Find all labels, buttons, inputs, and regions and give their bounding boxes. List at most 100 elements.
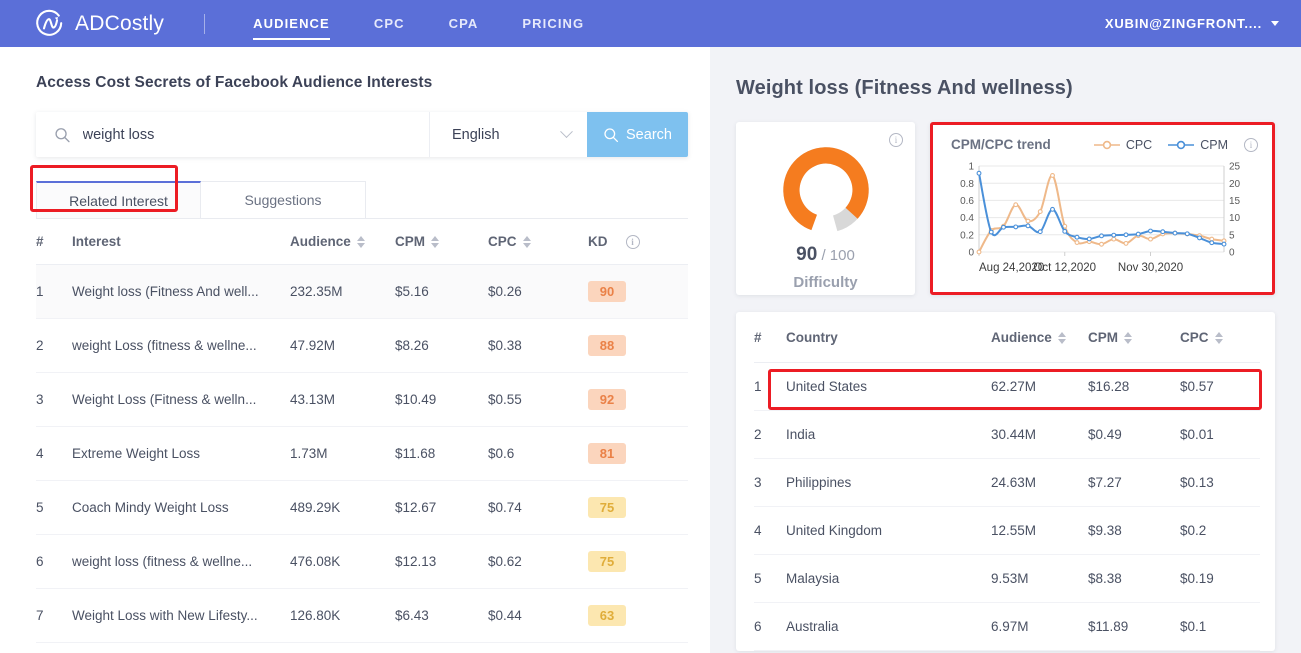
row-audience: 476.08K [290,534,395,589]
brand-logo-area[interactable]: ADCostly [34,8,164,40]
col-cpc[interactable]: CPC [488,219,588,265]
sort-icon[interactable] [356,235,365,248]
data-point-cpc [1037,209,1043,215]
data-point-cpc [1148,236,1153,242]
row-cpc: $0.57 [1180,362,1260,411]
data-point-cpm [1148,228,1153,234]
page-body: Access Cost Secrets of Facebook Audience… [0,47,1301,653]
kd-badge: 88 [588,335,626,356]
col-audience[interactable]: Audience [290,219,395,265]
row-index: 7 [36,588,72,643]
nav-item-cpc[interactable]: CPC [352,0,427,47]
interest-table-header-row: # Interest Audience CPM CPC KD i [36,219,688,265]
account-menu[interactable]: XUBIN@ZINGFRONT.... [1105,16,1279,31]
row-cpc: $0.62 [488,534,588,589]
row-index: 6 [754,602,786,651]
row-index: 1 [754,362,786,411]
interest-table: # Interest Audience CPM CPC KD i 1 Weigh… [36,219,688,653]
x-axis-tick-label: Oct 12,2020 [1033,262,1096,274]
row-kd: 81 [588,426,688,481]
kd-badge: 75 [588,497,626,518]
row-index: 3 [754,458,786,507]
data-point-cpm [1062,228,1068,234]
right-panel: Weight loss (Fitness And wellness) i 90 … [710,47,1301,653]
row-cpm: $9.38 [1088,506,1180,555]
nav-item-pricing[interactable]: PRICING [500,0,606,47]
row-index: 8 [36,642,72,653]
row-cpm: $8.26 [395,318,488,373]
table-row[interactable]: 3 Philippines 24.63M $7.27 $0.13 [754,458,1260,507]
row-kd: 57 [588,642,688,653]
difficulty-label: Difficulty [793,274,858,291]
data-point-cpc [1025,218,1031,224]
y-axis-left-tick: 0.6 [960,196,974,207]
search-field[interactable] [36,112,429,157]
sort-icon[interactable] [1214,331,1223,344]
legend-item-cpm[interactable]: CPM [1168,138,1228,152]
table-row[interactable]: 5 Malaysia 9.53M $8.38 $0.19 [754,554,1260,603]
table-row[interactable]: 6 weight loss (fitness & wellne... 476.08K… [36,534,688,589]
table-row[interactable]: 5 Coach Mindy Weight Loss 489.29K $12.67 $0.… [36,480,688,535]
table-row[interactable]: 1 Weight loss (Fitness And well... 232.35M… [36,264,688,319]
data-point-cpm [1099,233,1104,239]
y-axis-right-tick: 25 [1229,162,1241,173]
table-row[interactable]: 8A Black Girl's Guide To Weig...43.74K$1… [36,642,688,653]
row-cpm: $11.89 [1088,602,1180,651]
row-cpm: $5.16 [395,264,488,319]
row-index: 1 [36,264,72,319]
row-audience: 62.27M [991,362,1088,411]
row-cpc: $0.53 [488,642,588,653]
sort-icon[interactable] [522,235,531,248]
row-cpm: $12.13 [395,534,488,589]
sort-icon[interactable] [431,235,439,248]
row-kd: 90 [588,264,688,319]
row-cpm: $11.68 [395,426,488,481]
country-table-header-row: # Country Audience CPM CPC [754,312,1260,363]
row-cpc: $0.44 [488,588,588,643]
y-axis-left-tick: 0 [968,248,974,259]
y-axis-right-tick: 10 [1229,213,1241,224]
info-icon[interactable]: i [889,133,903,147]
search-button[interactable]: Search [587,112,688,157]
summary-cards: i 90 / 100 Difficulty CPM/CPC trend CPC … [736,122,1275,295]
tab-suggestions[interactable]: Suggestions [201,181,366,218]
nav-item-cpa[interactable]: CPA [427,0,501,47]
table-row[interactable]: 4 United Kingdom 12.55M $9.38 $0.2 [754,506,1260,555]
difficulty-score-value: 90 [796,244,818,265]
table-row[interactable]: 7 Weight Loss with New Lifesty... 126.80K $… [36,588,688,643]
legend-marker-cpm [1168,140,1195,149]
table-row[interactable]: 2 India 30.44M $0.49 $0.01 [754,410,1260,459]
col-cpc[interactable]: CPC [1180,312,1260,363]
table-row[interactable]: 2 weight Loss (fitness & wellne... 47.92M $… [36,318,688,373]
row-index: 4 [754,506,786,555]
col-audience[interactable]: Audience [991,312,1088,363]
table-row[interactable]: 1 United States 62.27M $16.28 $0.57 [754,362,1260,411]
table-row[interactable]: 6 Australia 6.97M $11.89 $0.1 [754,602,1260,651]
info-icon[interactable]: i [1244,137,1258,152]
table-row[interactable]: 3 Weight Loss (Fitness & welln... 43.13M $1… [36,372,688,427]
data-point-cpc [1099,241,1104,247]
table-row[interactable]: 4 Extreme Weight Loss 1.73M $11.68 $0.6 81 [36,426,688,481]
search-input[interactable] [82,126,429,143]
data-point-cpc [1050,173,1055,178]
left-panel: Access Cost Secrets of Facebook Audience… [0,47,710,653]
nav-item-audience[interactable]: AUDIENCE [231,0,352,47]
language-select[interactable]: English [429,112,587,157]
data-point-cpm [1221,241,1227,247]
tab-related-interest[interactable]: Related Interest [36,181,201,218]
col-cpm[interactable]: CPM [395,219,488,265]
sort-icon[interactable] [1124,331,1132,344]
trend-chart: 0 0 0.2 5 0.4 10 0.6 15 0.8 20 1 25 Aug 24,2020 Oct 1… [945,156,1260,286]
sort-icon[interactable] [1057,331,1066,344]
data-point-cpm [1074,234,1080,240]
data-point-cpm [976,170,982,176]
legend-item-cpc[interactable]: CPC [1093,138,1152,152]
interest-table-head: # Interest Audience CPM CPC KD i [36,219,688,265]
info-icon[interactable]: i [625,234,640,249]
main-nav: AUDIENCE CPC CPA PRICING [231,0,606,47]
col-cpm[interactable]: CPM [1088,312,1180,363]
legend-marker-cpc [1093,140,1120,149]
row-country: United Kingdom [786,506,991,555]
col-kd: KD i [588,219,688,265]
difficulty-gauge [782,147,869,233]
